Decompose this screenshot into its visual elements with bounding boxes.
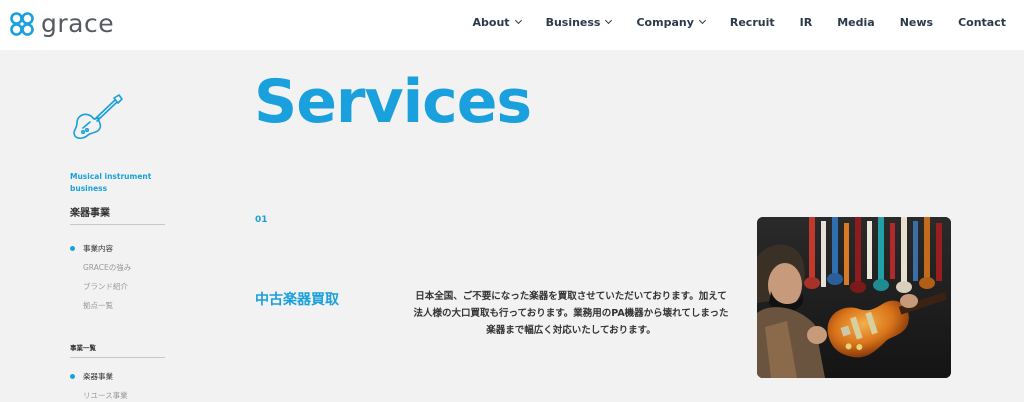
nav-media[interactable]: Media [837, 16, 874, 29]
nav-about[interactable]: About [472, 15, 522, 29]
sidebar-divider [70, 357, 165, 358]
guitar-photo [757, 217, 951, 378]
nav-news[interactable]: News [900, 16, 933, 29]
nav-business-label: Business [545, 15, 601, 29]
sidebar-item-reuse[interactable]: リユース事業 [70, 390, 128, 402]
sidebar-item-locations[interactable]: 拠点一覧 [70, 300, 131, 319]
service-name: 中古楽器買取 [255, 292, 339, 308]
nav-media-label: Media [837, 15, 875, 29]
sidebar-item-instruments[interactable]: 楽器事業 [70, 371, 128, 390]
sidebar-category-en: Musical instrument business [70, 172, 152, 193]
main-nav: About Business Company Recruit IR Media … [473, 0, 1006, 44]
sidebar-business-menu: 楽器事業 リユース事業 [70, 371, 128, 402]
logo-text: grace [41, 9, 115, 38]
service-number: 01 [255, 215, 268, 225]
chevron-down-icon [514, 16, 522, 25]
nav-contact[interactable]: Contact [958, 16, 1006, 29]
service-description-line: 楽器まで幅広く対応いたしております。 [486, 325, 656, 336]
nav-news-label: News [899, 15, 934, 29]
guitar-icon [73, 94, 123, 140]
nav-recruit[interactable]: Recruit [730, 16, 775, 29]
sidebar-item-overview[interactable]: 事業内容 [70, 243, 131, 262]
logo-mark-icon [10, 12, 34, 36]
nav-ir-label: IR [799, 15, 813, 29]
nav-about-label: About [472, 15, 510, 29]
sidebar-divider [70, 224, 165, 225]
nav-recruit-label: Recruit [729, 15, 775, 29]
logo[interactable]: grace [8, 9, 114, 39]
service-description-line: 法人様の大口買取も行っております。業務用のPA機器から壊れてしまった [413, 308, 729, 319]
sidebar-item-brands[interactable]: ブランド紹介 [70, 281, 131, 300]
sidebar-category-title: 楽器事業 [70, 208, 110, 219]
service-photo [757, 217, 951, 378]
sidebar-menu: 事業内容 GRACEの強み ブランド紹介 拠点一覧 [70, 243, 131, 319]
chevron-down-icon [605, 16, 613, 25]
nav-company-label: Company [636, 15, 694, 29]
sidebar-item-strengths[interactable]: GRACEの強み [70, 262, 131, 281]
service-description-line: 日本全国、ご不要になった楽器を買取させていただいております。加えて [415, 291, 727, 302]
nav-contact-label: Contact [958, 15, 1006, 29]
chevron-down-icon [698, 16, 706, 25]
site-header: grace About Business Company Recruit IR … [0, 0, 1024, 50]
service-description: 日本全国、ご不要になった楽器を買取させていただいております。加えて 法人様の大口… [412, 288, 730, 339]
nav-ir[interactable]: IR [800, 16, 813, 29]
page-title: Services [254, 67, 532, 137]
nav-company[interactable]: Company [636, 15, 706, 29]
nav-business[interactable]: Business [545, 15, 613, 29]
sidebar-section-label: 事業一覧 [70, 344, 96, 352]
